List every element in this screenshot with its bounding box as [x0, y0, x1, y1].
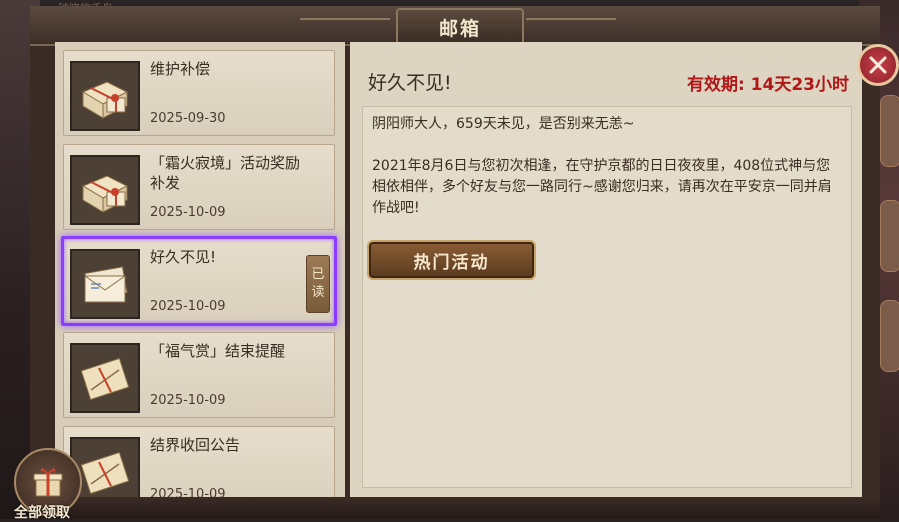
- close-button[interactable]: [857, 44, 899, 86]
- claim-all-label: 全部领取: [14, 505, 70, 521]
- read-tag: 已 读: [306, 255, 330, 313]
- mail-title: 「福气赏」结束提醒: [150, 342, 286, 360]
- mail-body-text: 阴阳师大人，659天未见，是否别来无恙~ 2021年8月6日与您初次相逢，在守护…: [372, 116, 832, 216]
- mail-title: 维护补偿: [150, 60, 211, 78]
- mail-list[interactable]: 维护补偿 2025-09-30 「霜火寂境」活动奖励补发 2025-10-09: [55, 42, 345, 497]
- read-tag-char: 已: [311, 267, 325, 282]
- mail-expiry: 有效期: 14天23小时: [686, 75, 849, 95]
- title-plaque: 邮箱: [396, 8, 524, 46]
- title-ornament-left: [300, 18, 390, 20]
- read-tag-char: 读: [311, 285, 325, 300]
- mail-item[interactable]: 「福气赏」结束提醒 2025-10-09: [63, 332, 335, 418]
- mail-item[interactable]: 「霜火寂境」活动奖励补发 2025-10-09: [63, 144, 335, 230]
- mail-date: 2025-10-09: [150, 393, 226, 408]
- mail-date: 2025-10-09: [150, 299, 226, 314]
- mail-item[interactable]: 维护补偿 2025-09-30: [63, 50, 335, 136]
- letter-envelope-icon: [70, 249, 140, 319]
- mail-date: 2025-09-30: [150, 111, 226, 126]
- close-icon: [869, 56, 887, 74]
- claim-all-button[interactable]: 全部领取: [0, 448, 92, 521]
- bottom-bar: [30, 497, 880, 519]
- scroll-letter-icon: [70, 343, 140, 413]
- hot-activity-button[interactable]: 热门活动: [367, 240, 536, 280]
- mail-item[interactable]: 结界收回公告 2025-10-09: [63, 426, 335, 497]
- gift-package-icon: [70, 155, 140, 225]
- mail-title: 「霜火寂境」活动奖励补发: [150, 154, 301, 192]
- hot-activity-label: 热门活动: [413, 252, 490, 273]
- mail-title: 好久不见!: [150, 248, 217, 266]
- mail-detail-title: 好久不见!: [368, 72, 452, 94]
- mail-date: 2025-10-09: [150, 205, 226, 220]
- mail-title: 结界收回公告: [150, 436, 241, 454]
- mail-item-selected[interactable]: 好久不见! 2025-10-09 已 读: [61, 236, 337, 326]
- side-decoration: [880, 300, 899, 372]
- side-decoration: [880, 200, 899, 272]
- title-ornament-right: [526, 18, 616, 20]
- side-decoration: [880, 95, 899, 167]
- window-title: 邮箱: [438, 17, 481, 40]
- gift-package-icon: [70, 61, 140, 131]
- mail-date: 2025-10-09: [150, 487, 226, 497]
